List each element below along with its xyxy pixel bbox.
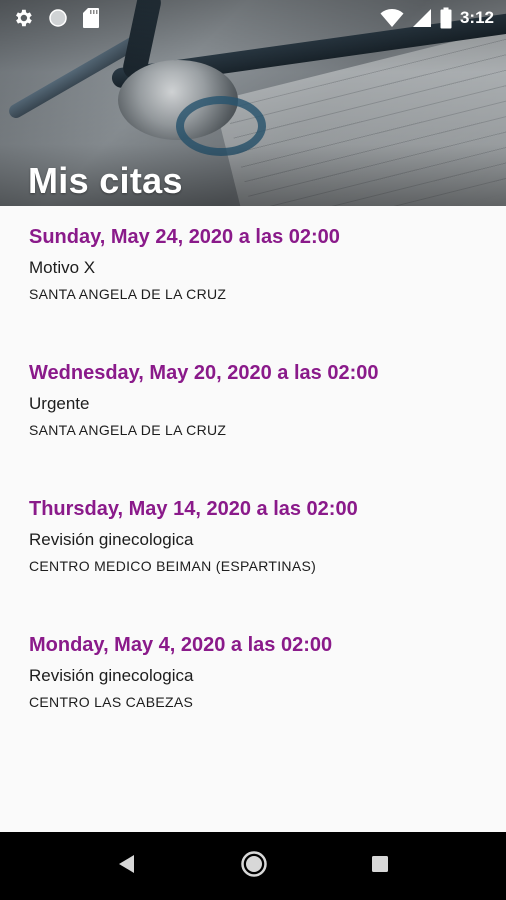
status-time: 3:12 xyxy=(459,8,494,27)
appointment-reason: Revisión ginecologica xyxy=(29,530,194,549)
recents-icon xyxy=(371,855,389,878)
home-icon xyxy=(240,850,268,883)
appointment-center: CENTRO MEDICO BEIMAN (ESPARTINAS) xyxy=(29,558,317,574)
appointment-item[interactable]: Monday, May 4, 2020 a las 02:00 Revisión… xyxy=(29,632,489,711)
appointment-center: SANTA ANGELA DE LA CRUZ xyxy=(29,286,227,302)
appointment-item[interactable]: Thursday, May 14, 2020 a las 02:00 Revis… xyxy=(29,496,489,575)
recents-button[interactable] xyxy=(365,851,395,881)
status-bar: 3:12 xyxy=(0,0,506,36)
appointment-reason: Revisión ginecologica xyxy=(29,666,194,685)
appointment-item[interactable]: Sunday, May 24, 2020 a las 02:00 Motivo … xyxy=(29,224,489,303)
settings-icon xyxy=(12,7,34,29)
wifi-icon xyxy=(380,8,404,28)
appointment-center: SANTA ANGELA DE LA CRUZ xyxy=(29,422,227,438)
home-button[interactable] xyxy=(239,850,269,883)
appointment-date: Monday, May 4, 2020 a las 02:00 xyxy=(29,634,333,656)
page-title: Mis citas xyxy=(28,160,183,201)
circle-icon xyxy=(48,8,68,28)
sd-card-icon xyxy=(82,7,100,29)
appointment-date: Sunday, May 24, 2020 a las 02:00 xyxy=(29,226,340,248)
navigation-bar xyxy=(0,832,506,900)
battery-icon xyxy=(440,7,452,29)
appointment-center: CENTRO LAS CABEZAS xyxy=(29,694,194,710)
appointment-date: Wednesday, May 20, 2020 a las 02:00 xyxy=(29,362,379,384)
appointment-date: Thursday, May 14, 2020 a las 02:00 xyxy=(29,498,358,520)
appointment-reason: Urgente xyxy=(29,394,90,413)
appointment-reason: Motivo X xyxy=(29,258,96,277)
signal-icon xyxy=(412,8,432,28)
appointment-item[interactable]: Wednesday, May 20, 2020 a las 02:00 Urge… xyxy=(29,360,489,439)
back-icon xyxy=(118,854,136,879)
back-button[interactable] xyxy=(112,851,142,881)
